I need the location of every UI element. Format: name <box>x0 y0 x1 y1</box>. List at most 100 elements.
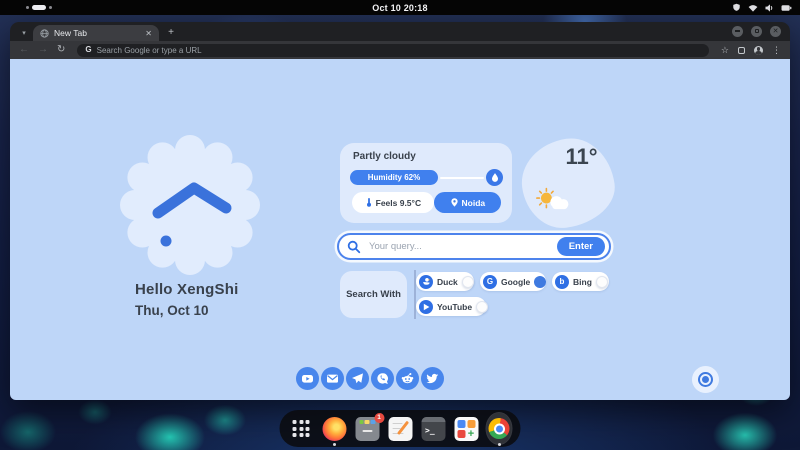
date-text: Thu, Oct 10 <box>135 303 209 318</box>
analog-clock-widget <box>120 135 260 275</box>
thermometer-icon <box>366 198 371 207</box>
humidity-droplet-icon <box>486 169 503 186</box>
engine-toggle-youtube[interactable]: YouTube <box>416 297 489 316</box>
profile-avatar[interactable] <box>754 45 763 55</box>
temperature-blob: 11° <box>516 133 620 233</box>
dock-text-editor-button[interactable] <box>388 416 413 441</box>
search-icon <box>347 240 361 253</box>
google-icon: G <box>483 274 497 289</box>
weather-bottom-row: Feels 9.5°C Noida <box>352 192 501 213</box>
text-editor-icon <box>388 416 412 441</box>
terminal-icon: >_ <box>421 416 445 441</box>
sun-cloud-icon <box>536 187 569 210</box>
volume-icon <box>765 3 773 12</box>
back-icon[interactable]: ← <box>19 45 29 55</box>
browser-window: ▾ New Tab ✕ + ✕ ← → ↻ G Search Google or… <box>10 22 790 400</box>
google-g-icon: G <box>85 45 92 54</box>
humidity-pill: Humidity 62% <box>350 170 438 185</box>
dock-file-box-button[interactable]: 1 <box>355 412 384 441</box>
email-link-icon[interactable] <box>321 367 344 390</box>
dock-terminal-button[interactable]: >_ <box>421 416 446 441</box>
youtube-icon <box>419 299 433 314</box>
search-with-label-card: Search With <box>340 271 407 318</box>
weather-card: Partly cloudy Humidity 62% Feels 9.5°C N… <box>340 143 512 223</box>
temperature-value: 11° <box>565 143 598 169</box>
tab-title: New Tab <box>54 28 87 38</box>
tab-favicon-globe-icon <box>40 28 49 38</box>
tab-search-button[interactable]: ▾ <box>17 26 31 39</box>
engine-toggle-bing[interactable]: b Bing <box>552 272 609 291</box>
new-tab-button[interactable]: + <box>164 25 178 39</box>
url-placeholder-text: Search Google or type a URL <box>96 45 202 55</box>
workspace-dot <box>49 6 52 9</box>
url-bar[interactable]: G Search Google or type a URL <box>77 43 709 57</box>
forward-icon[interactable]: → <box>38 45 48 55</box>
shield-icon <box>733 3 740 11</box>
humidity-row: Humidity 62% <box>350 169 503 186</box>
dock-app-store-button[interactable]: + <box>454 416 479 441</box>
location-text: Noida <box>461 197 486 208</box>
clock-seconds-dot <box>160 235 172 247</box>
wifi-icon <box>748 4 758 12</box>
feels-like-text: Feels 9.5°C <box>375 197 422 208</box>
firefox-icon <box>322 416 346 441</box>
battery-icon <box>781 4 792 11</box>
browser-toolbar: ← → ↻ G Search Google or type a URL ☆ ⋮ <box>10 41 790 59</box>
whatsapp-link-icon[interactable] <box>371 367 394 390</box>
search-input[interactable] <box>367 240 551 253</box>
weather-condition: Partly cloudy <box>353 151 416 162</box>
enter-button[interactable]: Enter <box>556 237 605 256</box>
humidity-track <box>440 176 484 179</box>
target-ring-icon <box>698 372 713 387</box>
telegram-link-icon[interactable] <box>346 367 369 390</box>
active-workspace-pill <box>32 5 46 10</box>
dock-app-grid-button[interactable] <box>289 416 314 441</box>
tab-strip: ▾ New Tab ✕ + ✕ <box>10 22 790 41</box>
dock: 1 >_ + <box>279 410 521 447</box>
menu-dots-icon[interactable]: ⋮ <box>772 45 781 55</box>
extensions-icon[interactable] <box>738 46 745 54</box>
engine-radio[interactable] <box>461 275 474 288</box>
system-status-area[interactable] <box>732 0 792 15</box>
engine-radio[interactable] <box>476 300 489 313</box>
feels-like-pill: Feels 9.5°C <box>352 192 434 213</box>
search-with-divider <box>414 270 416 319</box>
duck-icon <box>419 274 433 289</box>
location-pin-icon <box>450 198 458 207</box>
engine-radio[interactable] <box>595 275 608 288</box>
dock-chrome-button[interactable] <box>486 413 512 444</box>
reload-icon[interactable]: ↻ <box>57 45 65 55</box>
close-button[interactable]: ✕ <box>770 25 781 37</box>
startpage: Hello XengShi Thu, Oct 10 Partly cloudy … <box>10 59 790 400</box>
workspace-dot <box>26 6 29 9</box>
minimize-button[interactable] <box>732 25 743 37</box>
notification-badge: 1 <box>374 412 384 423</box>
app-store-icon: + <box>454 416 478 441</box>
workspace-indicator[interactable] <box>26 5 52 10</box>
bing-icon: b <box>555 274 569 289</box>
twitter-link-icon[interactable] <box>421 367 444 390</box>
chrome-focus-ring <box>486 413 512 444</box>
app-grid-icon <box>292 419 310 438</box>
social-links-row <box>296 367 444 390</box>
top-bar: Oct 10 20:18 <box>0 0 800 15</box>
tab-close-icon[interactable]: ✕ <box>145 29 152 38</box>
youtube-link-icon[interactable] <box>296 367 319 390</box>
engine-toggle-google[interactable]: G Google <box>480 272 547 291</box>
greeting-text: Hello XengShi <box>135 281 239 298</box>
browser-tab[interactable]: New Tab ✕ <box>33 25 159 41</box>
reddit-link-icon[interactable] <box>396 367 419 390</box>
dock-firefox-button[interactable] <box>322 416 347 441</box>
location-button[interactable]: Noida <box>433 192 501 213</box>
bookmark-star-icon[interactable]: ☆ <box>721 45 729 55</box>
page-settings-button[interactable] <box>692 366 719 393</box>
clock[interactable]: Oct 10 20:18 <box>372 3 427 13</box>
search-bar[interactable]: Enter <box>337 233 611 260</box>
chrome-icon <box>488 418 510 439</box>
file-box-icon: 1 <box>355 412 384 441</box>
window-controls: ✕ <box>732 25 781 37</box>
engine-toggle-duck[interactable]: Duck <box>416 272 474 291</box>
desktop: Oct 10 20:18 ▾ New Tab ✕ + ✕ ← → ↻ G Sea… <box>0 0 800 450</box>
engine-radio[interactable] <box>534 275 547 288</box>
maximize-button[interactable] <box>751 25 762 37</box>
